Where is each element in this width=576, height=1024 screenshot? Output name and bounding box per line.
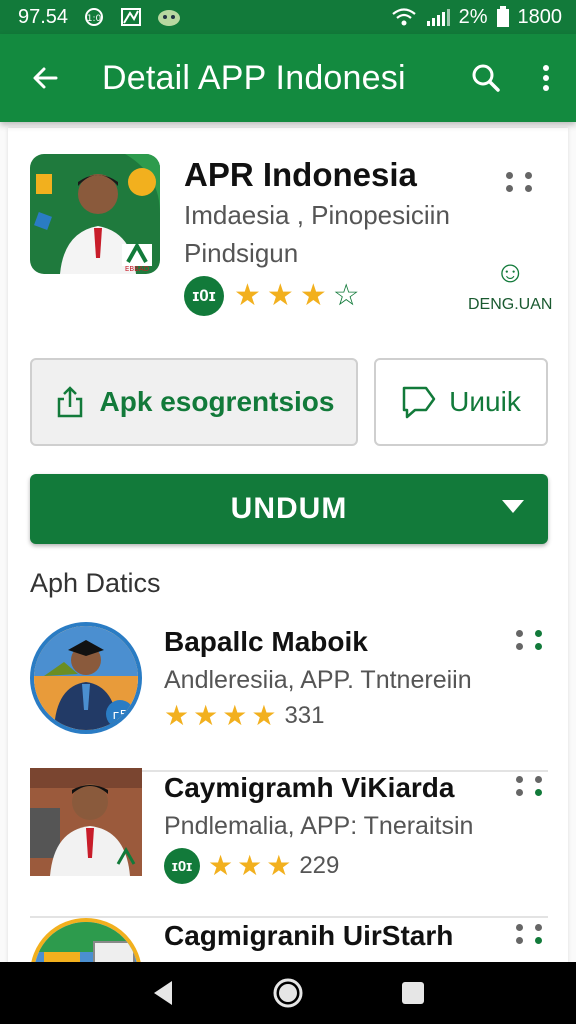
share-button[interactable]: Apk esogrentsios [30,358,358,446]
star-full-icon: ★ [222,700,248,731]
app-bar: Detail APP Indonesi [0,34,576,122]
list-item-rating: ɪ0ɪ ★ ★ ★ 229 [164,848,339,884]
list-item-name: Cagmigranih UirStarh [164,920,454,951]
list-item-subtitle: Pndlemalia, APP: Tneraitsin [164,812,474,840]
rating-count: 331 [284,702,325,729]
arrow-back-icon [33,67,58,89]
overflow-menu-button[interactable] [516,34,576,122]
developer-label: DENG.UAN [468,296,553,313]
star-full-icon: ★ [299,279,327,312]
list-item-subtitle: Andleresiia, APP. Tntnereiin [164,666,472,694]
nav-home-button[interactable] [263,968,313,1018]
wifi-icon [391,7,417,27]
search-icon [472,64,500,92]
secondary-action-button[interactable]: Uиuik [374,358,548,446]
app-subtitle-2: Pindsigun [184,238,299,268]
back-button[interactable] [0,34,90,122]
star-full-icon: ★ [237,850,263,881]
status-bar: 97.54 1:0 2% 1800 [0,0,576,34]
list-item[interactable]: ᴦ5 Bapallc Maboik Andleresiia, APP. Tntn… [30,622,548,772]
list-item-name: Caymigramh ViKiarda [164,772,455,803]
notification-icon: 1:0 [82,7,106,27]
list-item-name: Bapallc Maboik [164,626,368,657]
star-full-icon: ★ [208,850,234,881]
star-full-icon: ★ [251,700,277,731]
status-clock: 1800 [517,5,563,28]
smiley-icon: ☺ [494,256,526,289]
app-subtitle-1: Imdaesia , Pinopesiciin [184,200,450,230]
star-full-icon: ★ [266,279,294,312]
nav-recents-button[interactable] [388,968,438,1018]
list-item-more-button[interactable] [516,924,542,944]
share-label: Apk esogrentsios [99,386,335,417]
image-icon [120,7,142,27]
navigation-bar [0,962,576,1024]
content-rating-badge: ɪ0ɪ [184,276,224,316]
avatar [30,918,142,962]
android-icon [156,7,182,27]
avatar [30,768,142,876]
list-item-more-button[interactable] [516,776,542,796]
share-icon [57,386,82,418]
battery-icon [496,6,510,28]
chevron-down-icon[interactable] [502,500,524,513]
search-button[interactable] [456,34,516,122]
star-full-icon: ★ [266,850,292,881]
install-button[interactable]: UNDUM [30,474,548,544]
star-full-icon: ★ [164,700,190,731]
list-item-rating: ★ ★ ★ ★ 331 [164,702,324,730]
battery-percent: 2% [458,5,488,28]
star-empty-icon: ☆ [332,279,360,312]
app-icon[interactable]: EBBAD [30,154,160,274]
secondary-action-label: Uиuik [449,386,521,417]
content-scroll[interactable]: EBBAD APR Indonesia Imdaesia , Pinopesic… [0,122,576,962]
nav-back-button[interactable] [138,968,188,1018]
app-name: APR Indonesia [184,156,417,193]
list-item[interactable]: Caymigramh ViKiarda Pndlemalia, APP: Tne… [30,768,548,918]
app-rating: ɪ0ɪ ★ ★ ★ ☆ [184,276,360,316]
list-item-more-button[interactable] [516,630,542,650]
more-vert-icon [543,65,549,91]
app-detail-card: EBBAD APR Indonesia Imdaesia , Pinopesic… [8,128,568,962]
app-more-button[interactable] [506,172,532,192]
status-time: 97.54 [18,5,69,28]
comment-icon [402,386,436,419]
developer-link[interactable]: ☺ DENG.UAN [468,258,552,314]
circle-home-icon [273,978,303,1008]
install-label: UNDUM [230,492,348,525]
triangle-back-icon [153,981,172,1005]
star-full-icon: ★ [234,279,261,312]
star-full-icon: ★ [193,700,219,731]
list-item[interactable]: Cagmigranih UirStarh [30,916,548,962]
square-recents-icon [402,982,425,1004]
signal-icon [425,7,451,27]
icon-badge-text: EBBAD [125,265,149,273]
avatar: ᴦ5 [30,622,142,734]
page-title: Detail APP Indonesi [102,58,406,97]
rating-count: 229 [299,852,340,879]
section-title: Aph Datics [30,568,161,598]
content-rating-badge: ɪ0ɪ [164,848,200,884]
svg-text:ᴦ5: ᴦ5 [113,708,128,722]
svg-text:1:0: 1:0 [87,14,102,24]
